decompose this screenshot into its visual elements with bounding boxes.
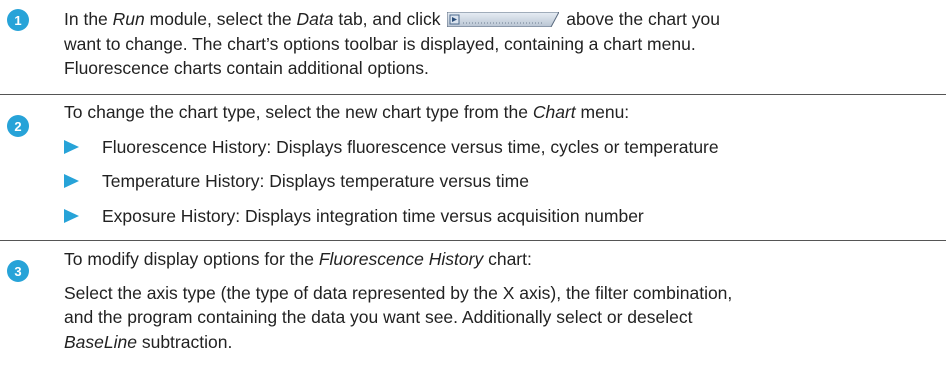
- step-number-badge: 1: [7, 9, 29, 31]
- text-run: To modify display options for the: [64, 249, 319, 269]
- bullet-text: Temperature History: Displays temperatur…: [102, 171, 529, 191]
- step-1-line-1: In the Run module, select the Data tab, …: [64, 7, 944, 32]
- list-item: Fluorescence History: Displays fluoresce…: [64, 135, 944, 160]
- triangle-bullet-icon: [64, 208, 79, 223]
- step-1-line-3: Fluorescence charts contain additional o…: [64, 58, 429, 78]
- triangle-bullet-icon: [64, 174, 79, 188]
- bullet-text: Exposure History: Displays integration t…: [102, 205, 644, 226]
- step-2-text: To change the chart type, select the new…: [64, 100, 944, 228]
- step-3-body-line-3: BaseLine subtraction.: [64, 330, 944, 355]
- text-run: menu:: [575, 102, 630, 122]
- data-tab-label: Data: [296, 9, 334, 29]
- text-run: tab, and click: [333, 9, 446, 29]
- text-run: To change the chart type, select the new…: [64, 102, 533, 122]
- text-run: chart:: [483, 249, 532, 269]
- step-number-badge: 2: [7, 115, 29, 137]
- text-run: subtraction.: [136, 331, 233, 352]
- step-3-body-line-2: and the program containing the data you …: [64, 307, 693, 327]
- text-run: above the chart you: [561, 9, 720, 29]
- chart-menu-label: Chart: [532, 102, 576, 122]
- step-1-line-2: want to change. The chart’s options tool…: [64, 33, 696, 54]
- step-number-badge: 3: [7, 260, 29, 282]
- baseline-label: BaseLine: [64, 331, 137, 352]
- chart-options-button-icon: [447, 12, 560, 27]
- triangle-bullet-icon: [64, 139, 79, 154]
- divider: [0, 94, 946, 95]
- list-item: Exposure History: Displays integration t…: [64, 204, 944, 229]
- list-item: Temperature History: Displays temperatur…: [64, 169, 944, 194]
- text-run: module, select the: [144, 9, 297, 29]
- step-3-body-line-1: Select the axis type (the type of data r…: [64, 282, 733, 303]
- run-module-label: Run: [112, 9, 145, 29]
- step-3-text: To modify display options for the Fluore…: [64, 247, 944, 354]
- step-3-intro: To modify display options for the Fluore…: [64, 247, 944, 272]
- text-run: In the: [64, 9, 113, 29]
- fluorescence-history-label: Fluorescence History: [318, 249, 484, 269]
- step-1-text: In the Run module, select the Data tab, …: [64, 7, 944, 81]
- bullet-text: Fluorescence History: Displays fluoresce…: [102, 136, 719, 157]
- step-2-intro: To change the chart type, select the new…: [64, 100, 944, 125]
- divider: [0, 240, 946, 241]
